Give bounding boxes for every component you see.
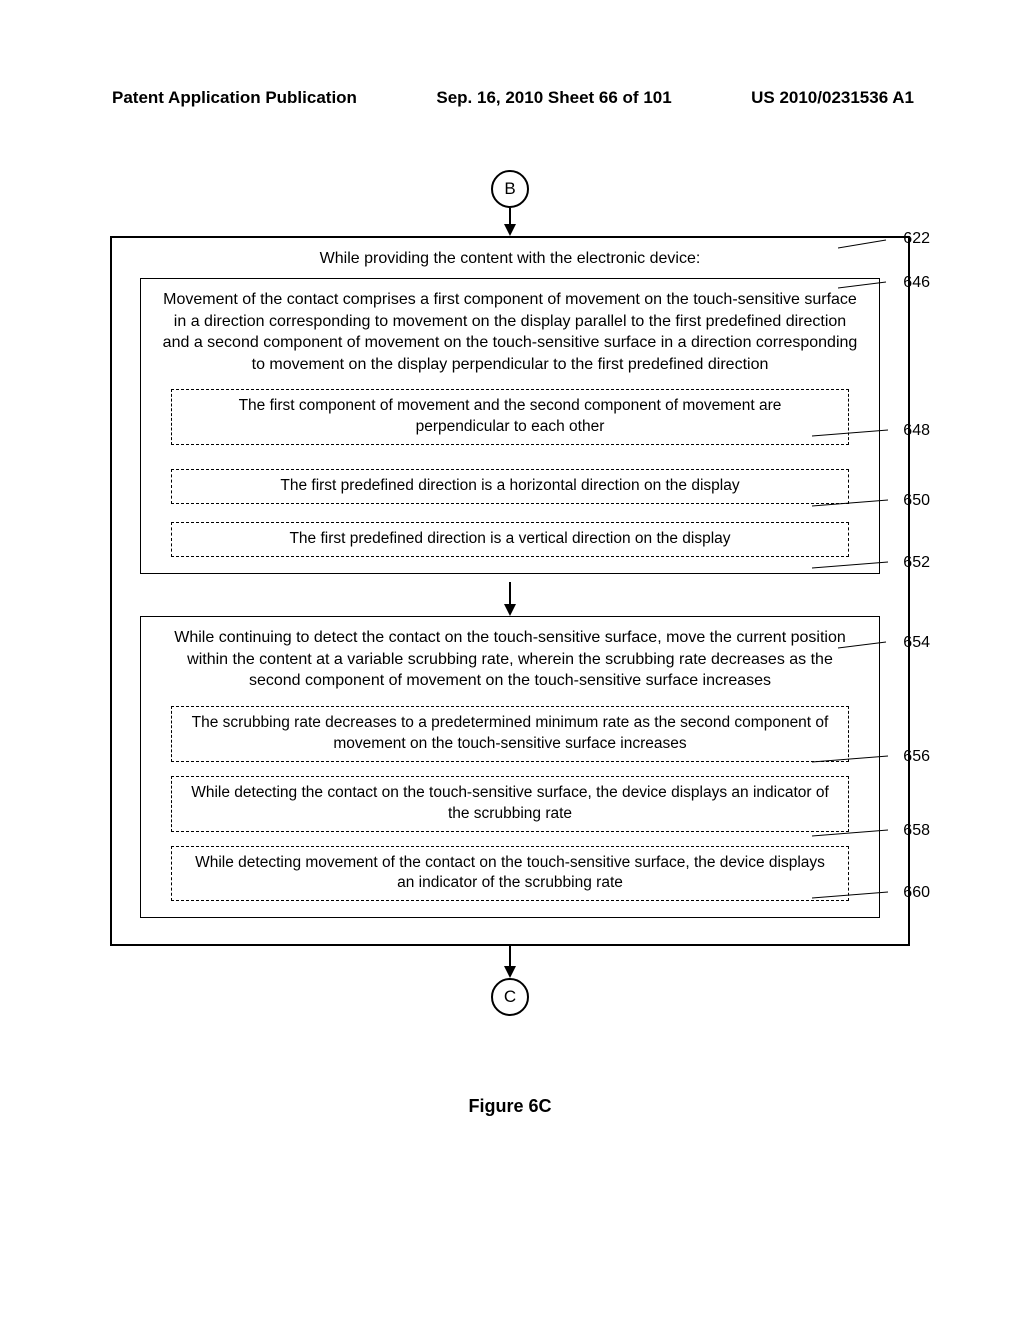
leader-650: 650: [903, 492, 930, 510]
leader-654: 654: [903, 634, 930, 652]
leader-line-icon: [812, 828, 900, 840]
ref-654: 654: [903, 634, 930, 651]
step-650-text: The first predefined direction is a hori…: [280, 477, 739, 494]
step-658-text: While detecting the contact on the touch…: [191, 784, 829, 822]
ref-652: 652: [903, 554, 930, 571]
leader-line-icon: [812, 498, 900, 510]
header-right: US 2010/0231536 A1: [751, 88, 914, 108]
figure-area: B While providing the content with the e…: [110, 170, 910, 1117]
outer-frame: While providing the content with the ele…: [110, 236, 910, 946]
leader-652: 652: [903, 554, 930, 572]
ref-648: 648: [903, 422, 930, 439]
leader-line-icon: [812, 754, 900, 766]
step-654: While continuing to detect the contact o…: [140, 616, 880, 918]
ref-622: 622: [903, 230, 930, 247]
header-center: Sep. 16, 2010 Sheet 66 of 101: [436, 88, 671, 108]
leader-646: 646: [903, 274, 930, 292]
arrow-down-icon: [500, 582, 520, 616]
leader-line-icon: [812, 428, 900, 440]
step-660-text: While detecting movement of the contact …: [195, 854, 825, 892]
figure-caption: Figure 6C: [110, 1096, 910, 1117]
step-656: The scrubbing rate decreases to a predet…: [171, 706, 849, 762]
outer-title: While providing the content with the ele…: [140, 250, 880, 268]
arrow-down-icon: [500, 946, 520, 978]
step-652: The first predefined direction is a vert…: [171, 522, 849, 557]
arrow-mid: [140, 582, 880, 616]
step-660: While detecting movement of the contact …: [171, 846, 849, 902]
leader-line-icon: [812, 890, 900, 902]
arrow-top: [110, 208, 910, 236]
step-646-text: Movement of the contact comprises a firs…: [161, 289, 859, 375]
ref-658: 658: [903, 822, 930, 839]
step-656-text: The scrubbing rate decreases to a predet…: [192, 714, 829, 752]
leader-648: 648: [903, 422, 930, 440]
step-650: The first predefined direction is a hori…: [171, 469, 849, 504]
step-648: The first component of movement and the …: [171, 389, 849, 445]
leader-line-icon: [838, 280, 900, 292]
page-header: Patent Application Publication Sep. 16, …: [0, 88, 1024, 108]
leader-line-icon: [838, 640, 900, 652]
ref-650: 650: [903, 492, 930, 509]
step-652-text: The first predefined direction is a vert…: [289, 530, 730, 547]
leader-622: 622: [903, 230, 930, 248]
connector-top-label: B: [504, 179, 515, 199]
step-648-text: The first component of movement and the …: [239, 397, 782, 435]
ref-660: 660: [903, 884, 930, 901]
connector-bottom-circle: C: [491, 978, 529, 1016]
arrow-bottom: [110, 946, 910, 978]
leader-line-icon: [838, 238, 900, 258]
connector-bottom-label: C: [504, 987, 516, 1007]
connector-top-circle: B: [491, 170, 529, 208]
arrow-down-icon: [500, 208, 520, 236]
ref-656: 656: [903, 748, 930, 765]
leader-660: 660: [903, 884, 930, 902]
leader-656: 656: [903, 748, 930, 766]
leader-line-icon: [812, 560, 900, 572]
step-658: While detecting the contact on the touch…: [171, 776, 849, 832]
ref-646: 646: [903, 274, 930, 291]
header-left: Patent Application Publication: [112, 88, 357, 108]
step-654-text: While continuing to detect the contact o…: [161, 627, 859, 692]
step-646: Movement of the contact comprises a firs…: [140, 278, 880, 574]
leader-658: 658: [903, 822, 930, 840]
